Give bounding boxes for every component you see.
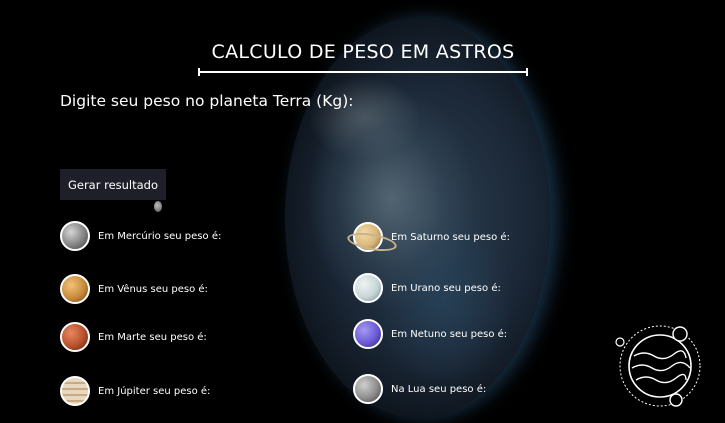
- venus-icon: [60, 274, 90, 304]
- generate-result-button[interactable]: Gerar resultado: [60, 169, 166, 200]
- weight-prompt-label: Digite seu peso no planeta Terra (Kg):: [60, 92, 354, 110]
- result-row-mercury: Em Mercúrio seu peso é:: [60, 221, 221, 251]
- moon-icon: [353, 374, 383, 404]
- result-row-venus: Em Vênus seu peso é:: [60, 274, 208, 304]
- title-underline: [198, 68, 528, 76]
- result-row-mars: Em Marte seu peso é:: [60, 322, 207, 352]
- result-row-uranus: Em Urano seu peso é:: [353, 273, 501, 303]
- result-row-saturn: Em Saturno seu peso é:: [345, 222, 510, 255]
- planet-orbit-illustration-icon: [615, 325, 701, 407]
- mars-icon: [60, 322, 90, 352]
- result-label-mercury: Em Mercúrio seu peso é:: [98, 230, 222, 242]
- result-label-neptune: Em Netuno seu peso é:: [391, 328, 508, 340]
- result-label-jupiter: Em Júpiter seu peso é:: [98, 385, 211, 397]
- result-row-neptune: Em Netuno seu peso é:: [353, 319, 507, 349]
- saturn-icon: [345, 222, 399, 255]
- page-title: CALCULO DE PESO EM ASTROS: [211, 41, 515, 63]
- jupiter-icon: [60, 376, 90, 406]
- result-label-venus: Em Vênus seu peso é:: [98, 283, 208, 295]
- result-row-jupiter: Em Júpiter seu peso é:: [60, 376, 210, 406]
- result-row-moon: Na Lua seu peso é:: [353, 374, 486, 404]
- result-label-saturn: Em Saturno seu peso é:: [391, 231, 510, 243]
- neptune-icon: [353, 319, 383, 349]
- small-moon-icon: [154, 201, 162, 212]
- uranus-icon: [353, 273, 383, 303]
- mercury-icon: [60, 221, 90, 251]
- result-label-mars: Em Marte seu peso é:: [98, 331, 207, 343]
- result-label-uranus: Em Urano seu peso é:: [391, 282, 501, 294]
- result-label-moon: Na Lua seu peso é:: [391, 383, 487, 395]
- earth-background-image: [285, 18, 550, 418]
